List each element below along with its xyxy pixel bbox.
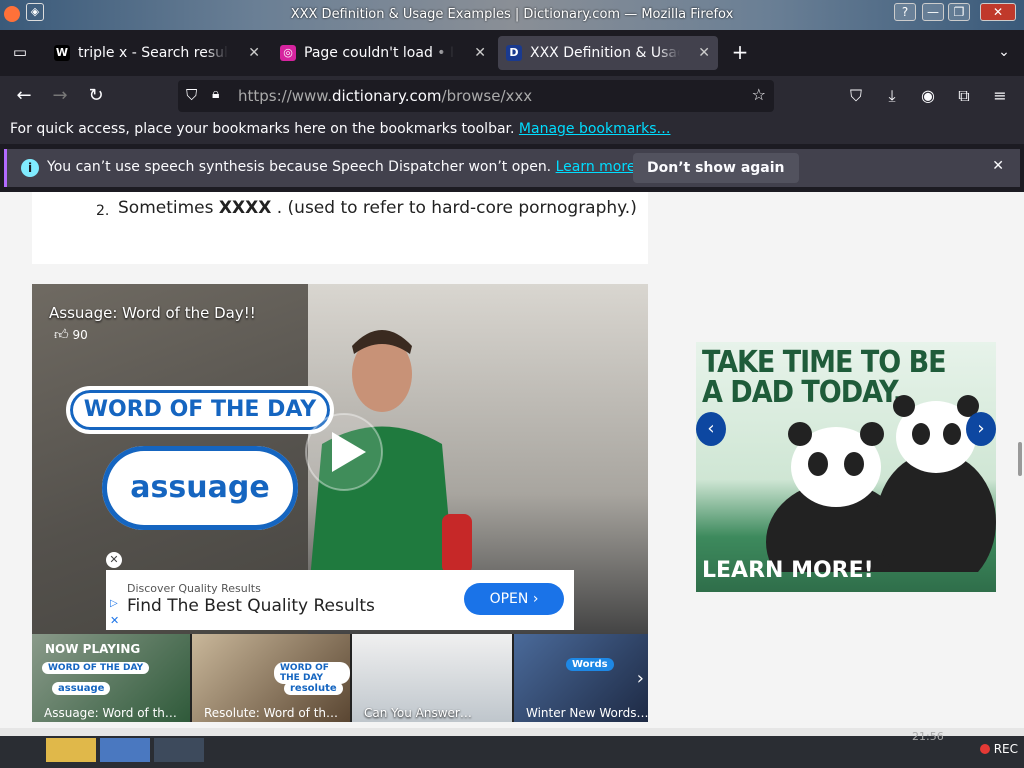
tab-triple-x-search[interactable]: W triple x - Search results ✕ [46, 36, 268, 70]
url-bar[interactable]: ⛉ 🔒︎ https://www.dictionary.com/browse/x… [178, 80, 774, 112]
play-icon[interactable] [304, 412, 384, 492]
ad-open-button[interactable]: OPEN › [464, 583, 564, 615]
lock-icon[interactable]: 🔒︎ [212, 86, 219, 102]
files-app-icon[interactable] [46, 738, 96, 762]
side-advertisement[interactable]: TAKE TIME TO BE A DAD TODAY. ‹ › LEARN MO… [696, 342, 996, 592]
reload-icon[interactable]: ↻ [84, 84, 108, 108]
record-icon [979, 744, 990, 754]
video-ad-banner[interactable]: ▷ ✕ Discover Quality Results Find The Be… [106, 570, 574, 630]
tab-instagram[interactable]: ◎ Page couldn't load • Inst ✕ [272, 36, 494, 70]
tab-overview-icon[interactable]: ▭ [8, 40, 32, 64]
playlist-item[interactable]: Can You Answer… [352, 634, 512, 722]
thumbs-up-icon: 👍︎ [54, 327, 69, 343]
carousel-next-icon[interactable]: › [966, 412, 996, 446]
playlist-item[interactable]: WORD OF THE DAY resolute Resolute: Word … [192, 634, 350, 722]
ad-x-icon[interactable]: ✕ [110, 614, 119, 627]
wikipedia-icon: W [54, 45, 70, 61]
extensions-icon[interactable]: ⧉ [952, 84, 976, 108]
bookmarks-toolbar: For quick access, place your bookmarks h… [0, 116, 1024, 144]
account-icon[interactable]: ◉ [916, 84, 940, 108]
definition-number: 2. [96, 203, 110, 219]
scrollbar-thumb[interactable] [1018, 442, 1022, 476]
forward-icon[interactable]: → [48, 84, 72, 108]
pocket-icon[interactable]: ⛉ [844, 84, 868, 108]
learn-more-link[interactable]: Learn more [556, 159, 636, 175]
ad-headline: Find The Best Quality Results [127, 596, 375, 616]
clock: 21:56 [912, 730, 944, 743]
likes-count[interactable]: 👍︎ 90 [54, 326, 88, 343]
panda-illustration [766, 395, 996, 572]
page-content: 2. Sometimes XXXX . (used to refer to ha… [0, 192, 1024, 728]
system-taskbar: 21:56 REC [0, 728, 1024, 768]
downloads-icon[interactable]: ⤓ [880, 84, 904, 108]
window-titlebar: ◈ XXX Definition & Usage Examples | Dict… [0, 0, 1024, 30]
close-tab-icon[interactable]: ✕ [248, 36, 260, 70]
bookmark-star-icon[interactable]: ☆ [752, 85, 766, 104]
tab-bar: ▭ W triple x - Search results ✕ ◎ Page c… [0, 30, 1024, 76]
bookmarks-hint: For quick access, place your bookmarks h… [10, 121, 515, 137]
terminal-app-icon[interactable] [154, 738, 204, 762]
carousel-prev-icon[interactable]: ‹ [696, 412, 726, 446]
tab-dictionary[interactable]: D XXX Definition & Usage E ✕ [498, 36, 718, 70]
minimize-button[interactable]: — [922, 3, 944, 21]
shield-icon[interactable]: ⛉ [186, 86, 197, 104]
playlist-next-icon[interactable]: › [637, 668, 644, 689]
chevron-right-icon: › [532, 591, 539, 607]
navigation-toolbar: ← → ↻ ⛉ 🔒︎ https://www.dictionary.com/br… [0, 76, 1024, 116]
playlist-strip: WORD OF THE DAY assuage Assuage: Word of… [32, 634, 648, 722]
video-player[interactable]: Assuage: Word of the Day!! 👍︎ 90 WORD OF… [32, 284, 648, 722]
list-tabs-icon[interactable]: ⌄ [992, 40, 1016, 64]
close-notification-icon[interactable]: ✕ [992, 158, 1004, 174]
close-window-button[interactable]: ✕ [980, 3, 1016, 21]
back-icon[interactable]: ← [12, 84, 36, 108]
maximize-button[interactable]: ❐ [948, 3, 970, 21]
close-tab-icon[interactable]: ✕ [698, 36, 710, 70]
definition-card: 2. Sometimes XXXX . (used to refer to ha… [32, 192, 648, 264]
dictionary-icon: D [506, 45, 522, 61]
ad-close-icon[interactable]: ✕ [106, 552, 122, 568]
notification-message: You can’t use speech synthesis because S… [47, 159, 636, 175]
featured-word: assuage [102, 446, 298, 530]
video-title: Assuage: Word of the Day!! [49, 304, 256, 322]
menu-icon[interactable]: ≡ [988, 84, 1012, 108]
definition-text: Sometimes XXXX . (used to refer to hard-… [118, 198, 637, 218]
now-playing-label: NOW PLAYING [45, 642, 141, 656]
playlist-item[interactable]: Words Winter New Words… [514, 634, 648, 722]
close-tab-icon[interactable]: ✕ [474, 36, 486, 70]
ad-subtitle: Discover Quality Results [127, 582, 261, 595]
instagram-icon: ◎ [280, 45, 296, 61]
new-tab-icon[interactable]: + [728, 40, 752, 64]
dont-show-again-button[interactable]: Don’t show again [633, 153, 799, 183]
help-button[interactable]: ? [894, 3, 916, 21]
adchoices-icon[interactable]: ▷ [110, 598, 118, 609]
learn-more-cta[interactable]: LEARN MORE! [702, 558, 874, 583]
word-of-the-day-badge: WORD OF THE DAY [66, 386, 334, 434]
url-text: https://www.dictionary.com/browse/xxx [238, 87, 533, 105]
window-title: XXX Definition & Usage Examples | Dictio… [290, 7, 734, 22]
browser-app-icon[interactable] [100, 738, 150, 762]
speech-notification-bar: i You can’t use speech synthesis because… [4, 149, 1020, 187]
recording-indicator: REC [979, 742, 1018, 756]
info-icon: i [21, 159, 39, 177]
manage-bookmarks-link[interactable]: Manage bookmarks… [519, 121, 671, 137]
